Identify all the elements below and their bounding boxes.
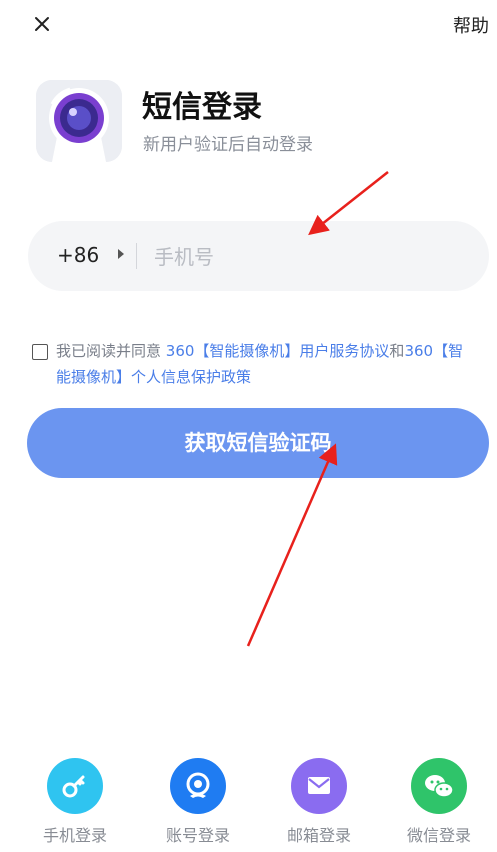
page-title: 短信登录 <box>142 90 262 125</box>
get-sms-code-button[interactable]: 获取短信验证码 <box>27 408 489 478</box>
agreement-conjunction: 和 <box>389 342 405 360</box>
login-option-label: 微信登录 <box>406 826 471 845</box>
close-icon[interactable] <box>30 12 54 36</box>
wechat-icon <box>411 758 467 814</box>
top-bar: 帮助 <box>0 0 497 50</box>
login-option-email[interactable]: 邮箱登录 <box>274 758 364 846</box>
help-link[interactable]: 帮助 <box>453 12 489 38</box>
caret-right-icon <box>118 249 124 259</box>
login-option-phone[interactable]: 手机登录 <box>30 758 120 846</box>
mail-icon <box>291 758 347 814</box>
login-option-label: 手机登录 <box>42 826 107 845</box>
phone-input[interactable] <box>152 237 456 277</box>
app-logo <box>36 80 122 162</box>
login-option-account[interactable]: 账号登录 <box>153 758 243 846</box>
login-option-label: 账号登录 <box>165 826 230 845</box>
agreement: 我已阅读并同意 360【智能摄像机】用户服务协议和360【智能摄像机】个人信息保… <box>32 338 472 390</box>
phone-field-container: +86 <box>28 221 489 291</box>
divider <box>136 243 137 269</box>
user-agreement-link[interactable]: 360【智能摄像机】用户服务协议 <box>161 342 390 360</box>
account-icon <box>170 758 226 814</box>
agreement-checkbox[interactable] <box>32 344 48 360</box>
agreement-prefix: 我已阅读并同意 <box>56 342 162 360</box>
login-option-label: 邮箱登录 <box>286 826 351 845</box>
page-subtitle: 新用户验证后自动登录 <box>143 135 313 155</box>
key-icon <box>47 758 103 814</box>
country-code-selector[interactable]: +86 <box>57 243 99 267</box>
login-option-wechat[interactable]: 微信登录 <box>394 758 484 846</box>
agreement-text: 我已阅读并同意 360【智能摄像机】用户服务协议和360【智能摄像机】个人信息保… <box>32 338 472 390</box>
